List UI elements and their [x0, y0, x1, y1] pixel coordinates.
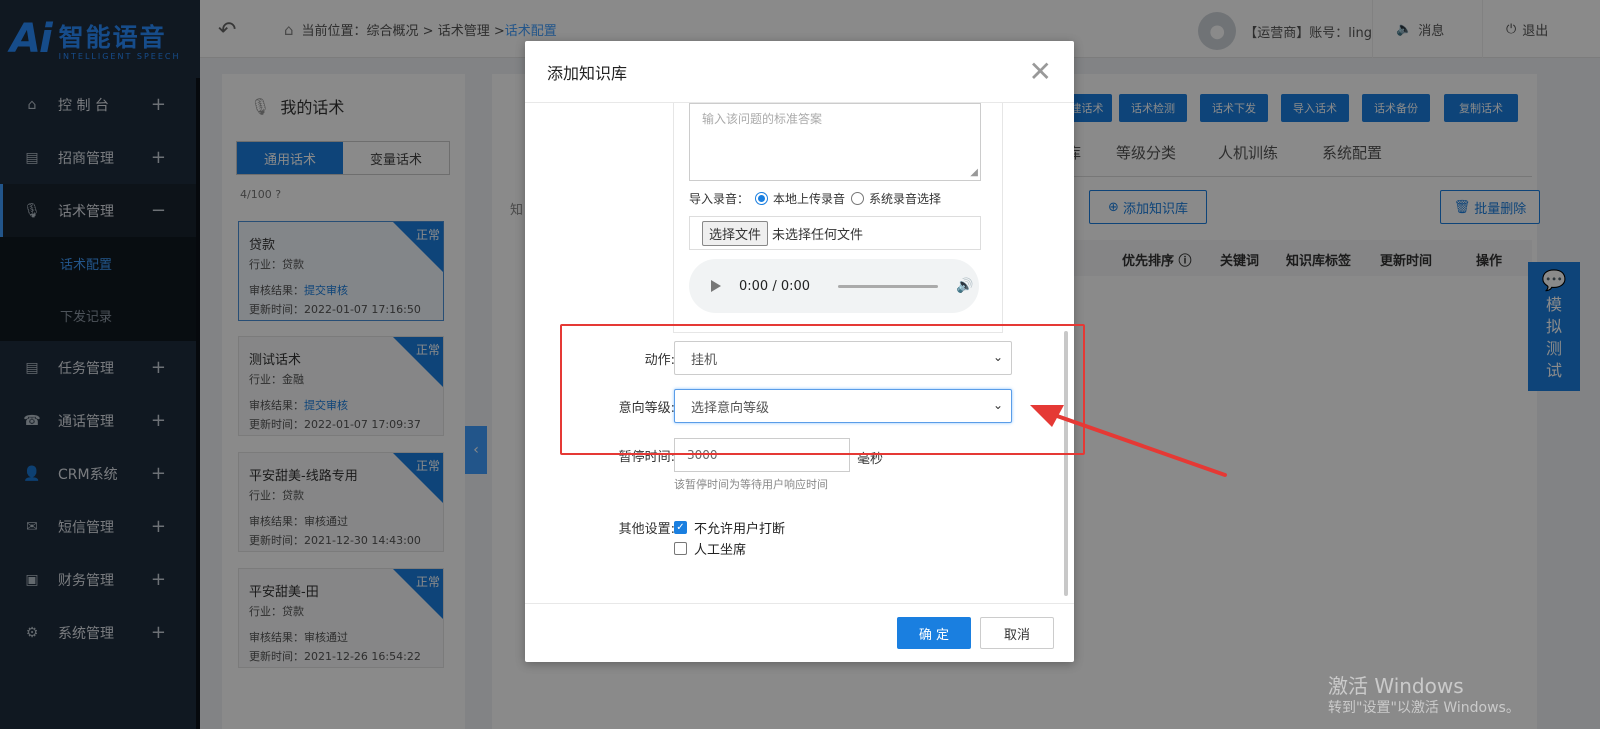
import-recording-row: 导入录音： 本地上传录音 系统录音选择: [689, 192, 942, 206]
dialog-footer: 确 定 取消: [525, 603, 1074, 662]
windows-watermark-subtitle: 转到"设置"以激活 Windows。: [1328, 700, 1520, 716]
highlight-box: [560, 324, 1085, 455]
file-input: 选择文件 未选择任何文件: [689, 216, 981, 250]
close-icon[interactable]: ✕: [1029, 55, 1052, 88]
cancel-button[interactable]: 取消: [980, 617, 1054, 649]
no-interrupt-option[interactable]: ✓ 不允许用户打断: [674, 518, 785, 537]
audio-progress[interactable]: [838, 284, 939, 288]
file-status: 未选择任何文件: [772, 227, 864, 243]
dialog-title: 添加知识库: [525, 41, 1074, 103]
human-agent-checkbox[interactable]: [674, 542, 687, 555]
answer-textarea[interactable]: 输入该问题的标准答案 ◢: [689, 103, 981, 181]
volume-icon[interactable]: 🔊: [956, 278, 973, 294]
radio-local-upload[interactable]: [755, 192, 769, 205]
pause-time-hint: 该暂停时间为等待用户响应时间: [674, 478, 828, 491]
confirm-button[interactable]: 确 定: [897, 617, 971, 649]
choose-file-button[interactable]: 选择文件: [702, 220, 769, 246]
no-interrupt-checkbox[interactable]: ✓: [674, 521, 687, 534]
annotation-arrow: [1030, 405, 1227, 477]
answer-section: 输入该问题的标准答案 ◢ 导入录音： 本地上传录音 系统录音选择 选择文件 未选择…: [673, 103, 1003, 333]
human-agent-option[interactable]: 人工坐席: [674, 539, 746, 558]
audio-player: 0:00 / 0:00 🔊: [689, 259, 979, 313]
windows-watermark-title: 激活 Windows: [1328, 674, 1464, 698]
other-settings-label: 其他设置:: [618, 522, 675, 537]
play-icon[interactable]: [711, 280, 721, 292]
resize-handle[interactable]: ◢: [970, 167, 978, 178]
audio-time: 0:00 / 0:00: [739, 278, 811, 294]
radio-system-recording[interactable]: [851, 192, 865, 205]
